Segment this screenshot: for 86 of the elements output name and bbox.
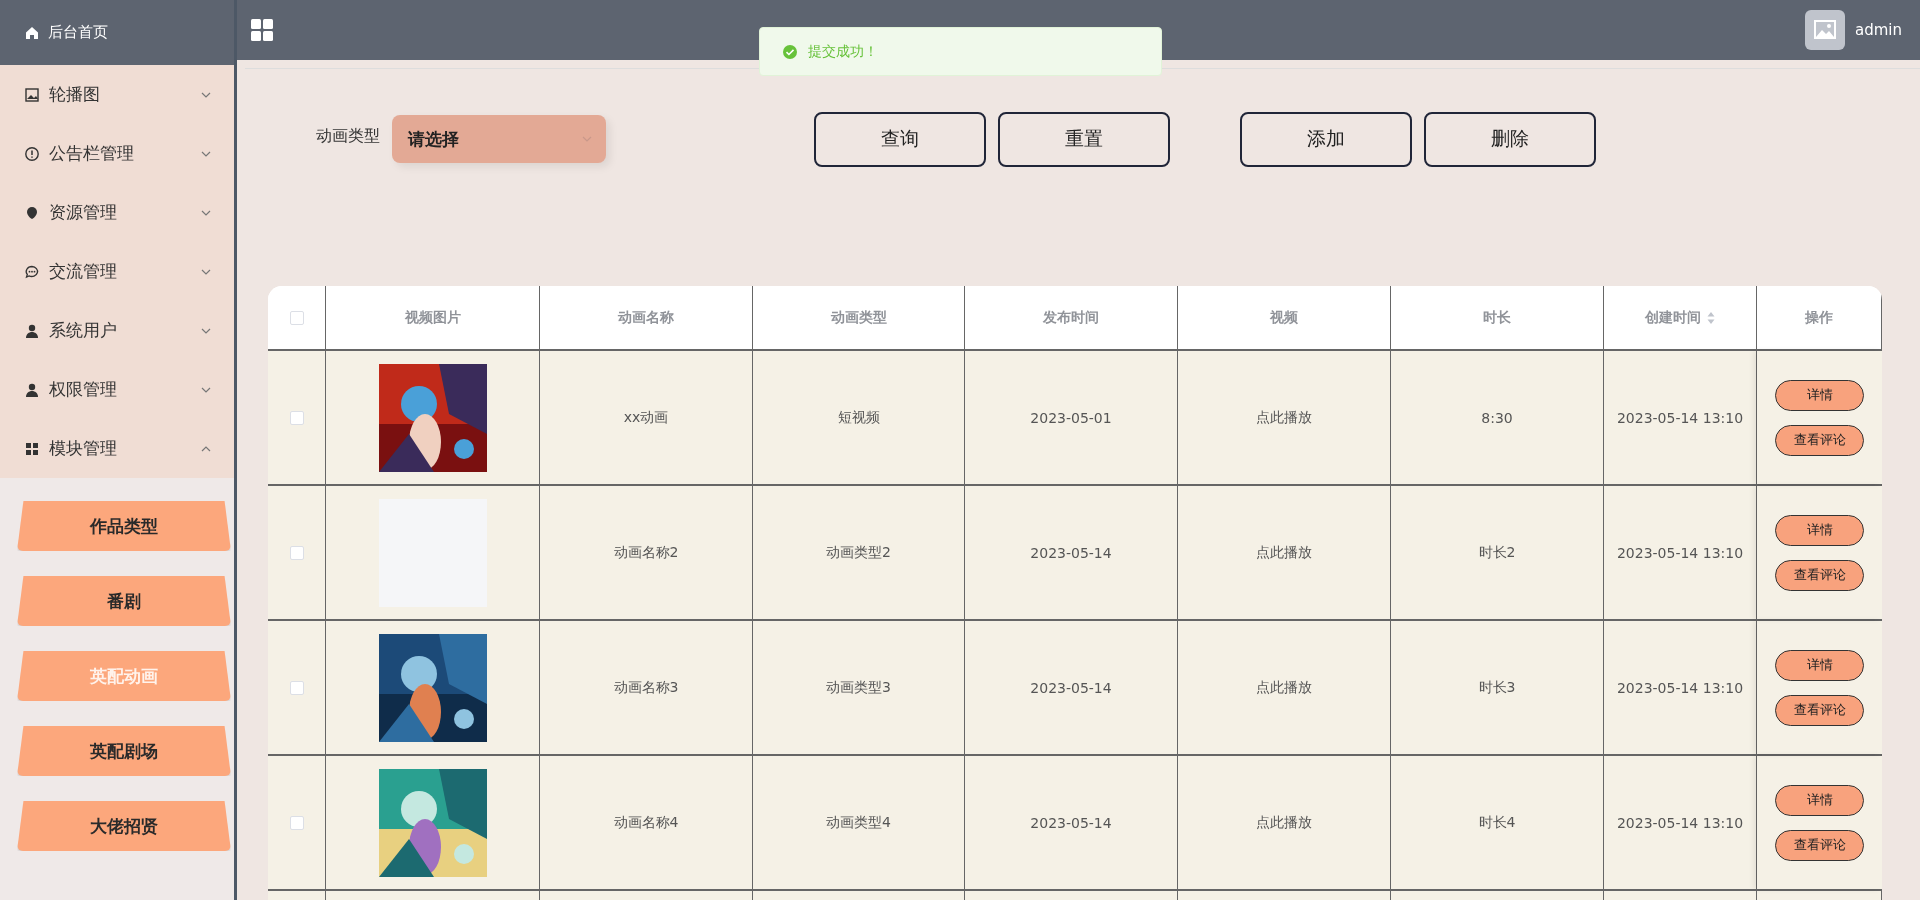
column-header: 动画名称: [540, 286, 753, 349]
row-action-button[interactable]: 详情: [1775, 379, 1864, 411]
table-cell: 动画类型3: [753, 621, 965, 754]
table-cell: 2023-05-14 13:10: [1604, 486, 1757, 619]
menu-label: 权限管理: [49, 378, 118, 401]
checkbox[interactable]: [289, 410, 304, 425]
toast-message: 提交成功！: [808, 42, 878, 61]
table-cell: 短视频: [753, 351, 965, 484]
submenu-item[interactable]: 番剧: [17, 576, 231, 626]
table-cell: 8:30: [1391, 351, 1604, 484]
table-cell: 点此播放: [1178, 621, 1391, 754]
checkbox[interactable]: [289, 545, 304, 560]
table-cell: 2023-05-14 13:10: [1604, 351, 1757, 484]
row-action-button[interactable]: 详情: [1775, 784, 1864, 816]
column-header: 操作: [1757, 286, 1882, 349]
menu-label: 系统用户: [49, 319, 118, 342]
menu-item[interactable]: 模块管理: [0, 419, 234, 478]
grid-icon: [24, 440, 40, 457]
table-cell: 时长4: [1391, 756, 1604, 889]
menu-label: 模块管理: [49, 437, 118, 460]
menu-label: 资源管理: [49, 201, 118, 224]
column-header: 发布时间: [965, 286, 1178, 349]
table-cell: 2023-05-14: [965, 486, 1178, 619]
column-header: 视频图片: [326, 286, 540, 349]
menu-item[interactable]: 系统用户: [0, 301, 234, 360]
table-cell: 2023-05-14 13:10: [1604, 621, 1757, 754]
menu-label: 交流管理: [49, 260, 118, 283]
action-button[interactable]: 查询: [814, 111, 986, 167]
alert-icon: [24, 145, 40, 162]
table-cell: xx动画: [540, 351, 753, 484]
username[interactable]: admin: [1855, 21, 1902, 39]
table-cell: 动画名称3: [540, 621, 753, 754]
checkbox[interactable]: [289, 680, 304, 695]
image-icon: [24, 86, 40, 103]
sort-icon[interactable]: [1707, 310, 1715, 325]
user-icon: [24, 381, 40, 398]
home-menu-item[interactable]: 后台首页: [0, 0, 234, 65]
chat-icon: [24, 263, 40, 280]
row-action-button[interactable]: 查看评论: [1775, 829, 1864, 861]
avatar-icon[interactable]: [1805, 10, 1845, 50]
row-action-button[interactable]: 详情: [1775, 514, 1864, 546]
user-icon: [24, 322, 40, 339]
submenu-item[interactable]: 大佬招贤: [17, 801, 231, 851]
menu-label: 公告栏管理: [49, 142, 135, 165]
action-button[interactable]: 删除: [1424, 111, 1596, 167]
column-label: 创建时间: [1645, 308, 1701, 327]
table-cell: 动画类型4: [753, 756, 965, 889]
column-header: 时长: [1391, 286, 1604, 349]
table-cell: 2023-05-14: [965, 756, 1178, 889]
submenu-item[interactable]: 作品类型: [17, 501, 231, 551]
menu-item[interactable]: 权限管理: [0, 360, 234, 419]
submenu-item[interactable]: 英配剧场: [17, 726, 231, 776]
action-button[interactable]: 重置: [998, 111, 1170, 167]
checkbox[interactable]: [289, 815, 304, 830]
row-action-button[interactable]: 查看评论: [1775, 424, 1864, 456]
menu-item[interactable]: 轮播图: [0, 65, 234, 124]
table-cell: 2023-05-01: [965, 351, 1178, 484]
table-cell: 点此播放: [1178, 756, 1391, 889]
menu-label: 轮播图: [49, 83, 101, 106]
home-label: 后台首页: [48, 23, 108, 42]
pin-icon: [24, 204, 40, 221]
row-action-button[interactable]: 查看评论: [1775, 559, 1864, 591]
table-cell: 动画名称4: [540, 756, 753, 889]
apps-icon[interactable]: [249, 17, 275, 43]
filter-label: 动画类型: [316, 125, 380, 147]
table-cell: 点此播放: [1178, 486, 1391, 619]
menu-item[interactable]: 资源管理: [0, 183, 234, 242]
home-icon: [24, 24, 40, 41]
chevron-icon: [582, 134, 592, 144]
table-cell: 2023-05-14: [965, 621, 1178, 754]
row-action-button[interactable]: 详情: [1775, 649, 1864, 681]
menu-item[interactable]: 交流管理: [0, 242, 234, 301]
menu-item[interactable]: 公告栏管理: [0, 124, 234, 183]
column-header: 动画类型: [753, 286, 965, 349]
table-cell: 点此播放: [1178, 351, 1391, 484]
check-circle-icon: [782, 43, 798, 60]
type-select[interactable]: 请选择: [392, 115, 606, 163]
table-cell: 动画名称2: [540, 486, 753, 619]
table-cell: 时长3: [1391, 621, 1604, 754]
checkbox[interactable]: [289, 310, 304, 325]
table-cell: 2023-05-14 13:10: [1604, 756, 1757, 889]
column-header: 视频: [1178, 286, 1391, 349]
table-cell: 时长2: [1391, 486, 1604, 619]
action-button[interactable]: 添加: [1240, 111, 1412, 167]
row-action-button[interactable]: 查看评论: [1775, 694, 1864, 726]
table-cell: 动画类型2: [753, 486, 965, 619]
